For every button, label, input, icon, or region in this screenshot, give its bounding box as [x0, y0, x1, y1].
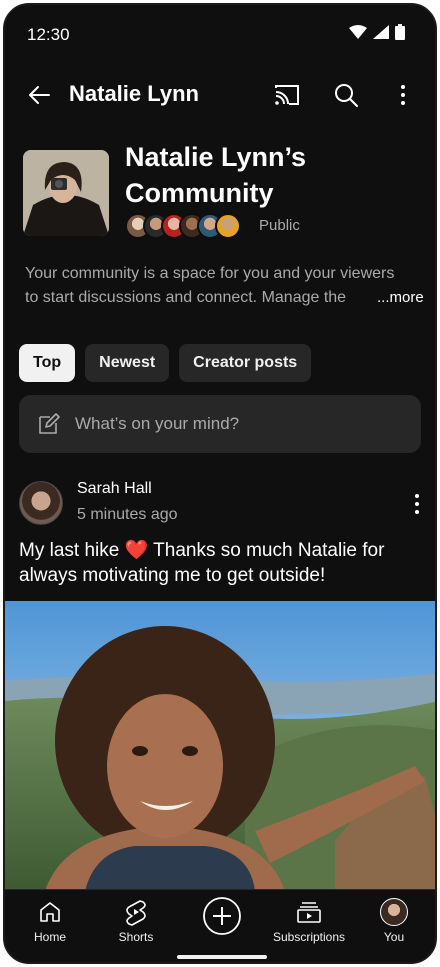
edit-icon: [39, 413, 60, 434]
nav-home-label: Home: [33, 930, 66, 944]
cast-icon[interactable]: [273, 81, 301, 109]
post-photo: [5, 601, 435, 891]
chip-creator-posts[interactable]: Creator posts: [179, 344, 312, 382]
nav-home[interactable]: Home: [5, 898, 95, 944]
home-indicator: [177, 955, 267, 959]
page-title: Natalie Lynn: [69, 81, 199, 106]
post-text: My last hike ❤️ Thanks so much Natalie f…: [19, 540, 385, 586]
filter-chips: Top Newest Creator posts: [19, 344, 312, 382]
search-icon[interactable]: [332, 81, 360, 109]
visibility-label: Public: [259, 217, 300, 234]
you-avatar: [380, 898, 408, 926]
nav-subscriptions[interactable]: Subscriptions: [263, 898, 355, 944]
post-more-icon[interactable]: [409, 491, 425, 517]
composer-placeholder: What’s on your mind?: [75, 414, 240, 433]
back-arrow-icon[interactable]: [25, 81, 53, 109]
create-icon: [203, 897, 241, 935]
chip-newest[interactable]: Newest: [85, 344, 170, 382]
post-image[interactable]: [5, 601, 435, 891]
nav-create[interactable]: [177, 896, 267, 936]
signal-icon: [373, 25, 389, 39]
more-link[interactable]: ...more: [373, 286, 424, 310]
description-line: Your community is a space for you and yo…: [25, 265, 395, 282]
subscriptions-icon: [297, 902, 321, 923]
post-composer[interactable]: What’s on your mind?: [19, 395, 421, 453]
status-time: 12:30: [27, 25, 70, 44]
bottom-navigation: Home Shorts Subscriptions You: [5, 889, 435, 962]
post-author-name[interactable]: Sarah Hall: [77, 480, 152, 498]
member-avatar: [215, 213, 241, 239]
wifi-icon: [349, 25, 367, 39]
nav-shorts-label: Shorts: [118, 930, 154, 944]
phone-screen: 12:30 Natalie Lynn Natalie Lynn’s Commun…: [3, 3, 437, 964]
app-bar: Natalie Lynn: [5, 67, 435, 123]
community-thumbnail-art: [23, 150, 109, 236]
member-avatars[interactable]: [125, 213, 241, 239]
description-line: to start discussions and connect. Manage…: [25, 289, 347, 306]
community-description: Your community is a space for you and yo…: [25, 262, 425, 310]
battery-icon: [395, 24, 405, 40]
post-timestamp: 5 minutes ago: [77, 506, 178, 523]
post-author-avatar[interactable]: [19, 481, 63, 525]
nav-subscriptions-label: Subscriptions: [272, 930, 346, 944]
status-icons: [349, 24, 405, 40]
nav-you-label: You: [383, 930, 405, 944]
nav-you[interactable]: You: [349, 898, 435, 944]
shorts-icon: [126, 900, 146, 926]
more-vert-icon[interactable]: [393, 81, 413, 109]
community-title: Natalie Lynn’s Community: [125, 142, 307, 208]
chip-top[interactable]: Top: [19, 344, 76, 382]
status-bar: 12:30: [5, 5, 435, 65]
nav-shorts[interactable]: Shorts: [91, 898, 181, 944]
community-thumbnail: [23, 150, 109, 236]
home-icon: [40, 902, 60, 922]
